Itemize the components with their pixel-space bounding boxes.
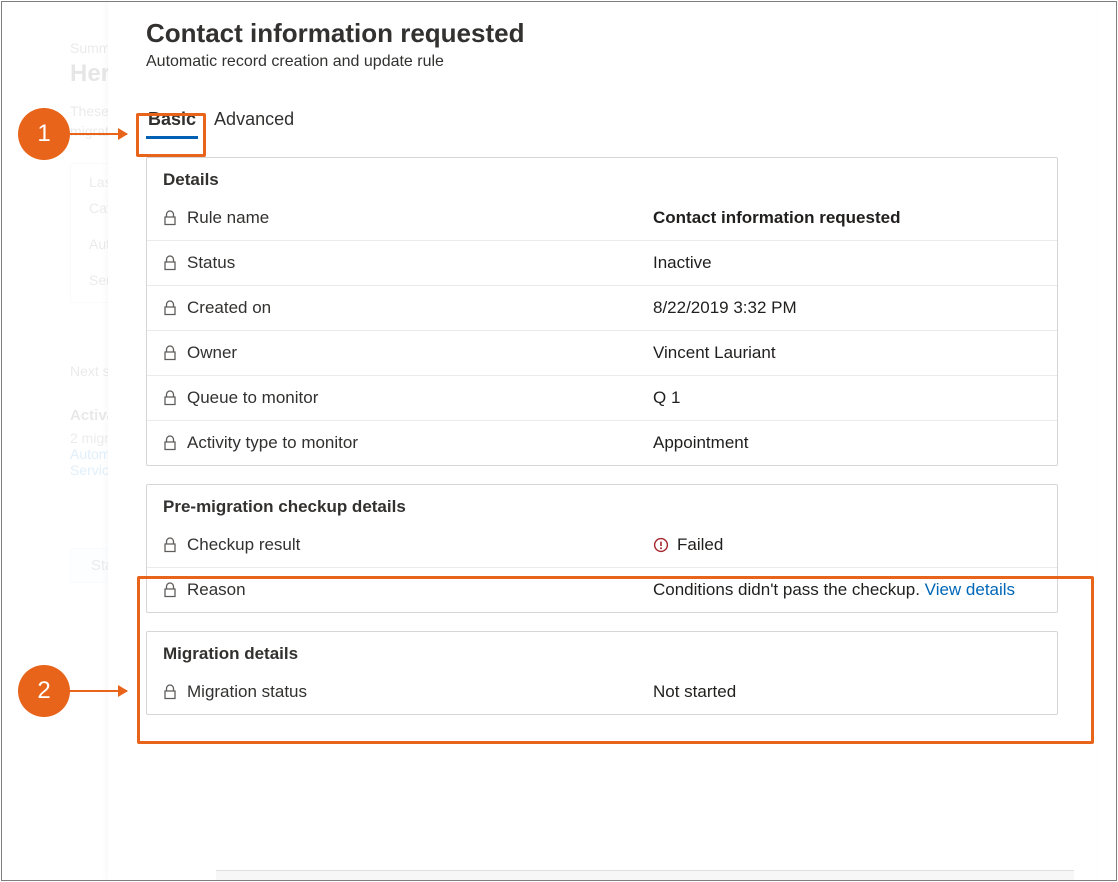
annotation-callout-1: 1: [18, 108, 127, 160]
detail-row-rule-name: Rule name Contact information requested: [147, 196, 1057, 240]
lock-icon: [163, 255, 177, 271]
checkup-section-title: Pre-migration checkup details: [147, 485, 1057, 523]
detail-label: Rule name: [187, 208, 269, 228]
detail-row-status: Status Inactive: [147, 240, 1057, 285]
detail-value-status: Inactive: [653, 253, 1041, 273]
detail-label: Activity type to monitor: [187, 433, 358, 453]
lock-icon: [163, 390, 177, 406]
detail-value-activity-type: Appointment: [653, 433, 1041, 453]
detail-value-rule-name: Contact information requested: [653, 208, 1041, 228]
page-subtitle: Automatic record creation and update rul…: [146, 53, 1058, 71]
detail-label: Owner: [187, 343, 237, 363]
tab-bar: Basic Advanced: [146, 105, 1058, 139]
error-icon: [653, 537, 669, 553]
detail-label: Created on: [187, 298, 271, 318]
lock-icon: [163, 300, 177, 316]
detail-value-queue: Q 1: [653, 388, 1041, 408]
details-section: Details Rule name Contact information re…: [146, 157, 1058, 466]
detail-label: Status: [187, 253, 235, 273]
detail-value-created-on: 8/22/2019 3:32 PM: [653, 298, 1041, 318]
detail-row-created-on: Created on 8/22/2019 3:32 PM: [147, 285, 1057, 330]
lock-icon: [163, 210, 177, 226]
lock-icon: [163, 537, 177, 553]
annotation-highlight-2: [137, 576, 1094, 744]
detail-row-activity-type: Activity type to monitor Appointment: [147, 420, 1057, 465]
tab-advanced[interactable]: Advanced: [212, 105, 296, 139]
detail-label: Queue to monitor: [187, 388, 318, 408]
annotation-marker-1: 1: [18, 108, 70, 160]
annotation-highlight-1: [136, 113, 206, 157]
checkup-row-result: Checkup result Failed: [147, 523, 1057, 567]
page-title: Contact information requested: [146, 18, 1058, 49]
annotation-callout-2: 2: [18, 665, 127, 717]
checkup-result-text: Failed: [677, 535, 723, 555]
details-section-title: Details: [147, 158, 1057, 196]
detail-row-owner: Owner Vincent Lauriant: [147, 330, 1057, 375]
checkup-value-result: Failed: [653, 535, 1041, 555]
lock-icon: [163, 345, 177, 361]
details-flyout: Contact information requested Automatic …: [108, 0, 1096, 882]
lock-icon: [163, 435, 177, 451]
detail-row-queue: Queue to monitor Q 1: [147, 375, 1057, 420]
checkup-label: Checkup result: [187, 535, 300, 555]
annotation-marker-2: 2: [18, 665, 70, 717]
horizontal-scrollbar[interactable]: [216, 870, 1074, 880]
detail-value-owner: Vincent Lauriant: [653, 343, 1041, 363]
